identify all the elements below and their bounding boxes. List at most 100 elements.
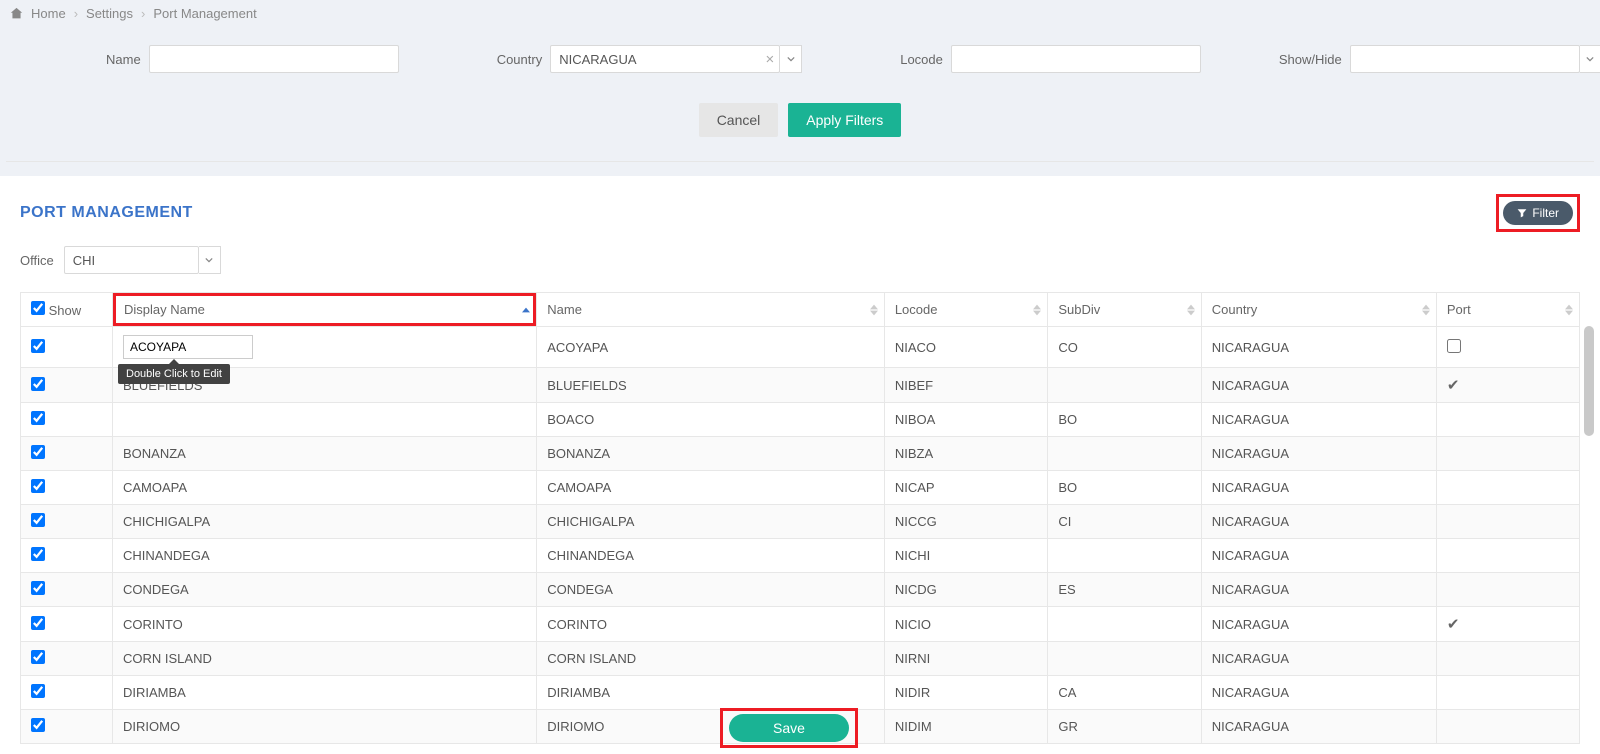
port-checkbox[interactable] bbox=[1447, 339, 1461, 353]
display-name-cell[interactable]: CONDEGA bbox=[123, 582, 189, 597]
col-name[interactable]: Name bbox=[537, 293, 885, 327]
save-button[interactable]: Save bbox=[729, 714, 849, 742]
select-all-checkbox[interactable] bbox=[31, 301, 45, 315]
col-port[interactable]: Port bbox=[1436, 293, 1579, 327]
locode-cell: NICAP bbox=[884, 471, 1048, 505]
show-checkbox[interactable] bbox=[31, 445, 45, 459]
show-checkbox[interactable] bbox=[31, 479, 45, 493]
show-checkbox[interactable] bbox=[31, 339, 45, 353]
main-panel: PORT MANAGEMENT Filter Office Double Cli… bbox=[0, 176, 1600, 754]
subdiv-cell: CA bbox=[1048, 676, 1201, 710]
col-display-label: Display Name bbox=[124, 302, 205, 317]
name-label: Name bbox=[106, 52, 141, 67]
show-checkbox[interactable] bbox=[31, 513, 45, 527]
display-name-cell[interactable]: CHINANDEGA bbox=[123, 548, 210, 563]
locode-cell: NIACO bbox=[884, 327, 1048, 368]
col-locode[interactable]: Locode bbox=[884, 293, 1048, 327]
display-name-cell[interactable]: CAMOAPA bbox=[123, 480, 187, 495]
subdiv-cell: BO bbox=[1048, 403, 1201, 437]
cancel-button[interactable]: Cancel bbox=[699, 103, 779, 137]
country-cell: NICARAGUA bbox=[1201, 676, 1436, 710]
show-checkbox[interactable] bbox=[31, 547, 45, 561]
table-row: CORINTOCORINTONICIONICARAGUA✔ bbox=[21, 607, 1580, 642]
dropdown-toggle[interactable] bbox=[1580, 45, 1600, 73]
country-cell: NICARAGUA bbox=[1201, 327, 1436, 368]
show-checkbox[interactable] bbox=[31, 650, 45, 664]
show-checkbox[interactable] bbox=[31, 411, 45, 425]
locode-cell: NIDIR bbox=[884, 676, 1048, 710]
col-port-label: Port bbox=[1447, 302, 1471, 317]
country-cell: NICARAGUA bbox=[1201, 607, 1436, 642]
locode-cell: NIBOA bbox=[884, 403, 1048, 437]
office-select[interactable] bbox=[64, 246, 199, 274]
office-label: Office bbox=[20, 253, 54, 268]
display-name-cell[interactable]: BONANZA bbox=[123, 446, 186, 461]
col-locode-label: Locode bbox=[895, 302, 938, 317]
col-subdiv[interactable]: SubDiv bbox=[1048, 293, 1201, 327]
breadcrumb: Home › Settings › Port Management bbox=[0, 0, 1600, 27]
country-cell: NICARAGUA bbox=[1201, 437, 1436, 471]
subdiv-cell bbox=[1048, 642, 1201, 676]
locode-cell: NIDIM bbox=[884, 710, 1048, 744]
subdiv-cell bbox=[1048, 437, 1201, 471]
country-input[interactable] bbox=[550, 45, 780, 73]
dropdown-toggle[interactable] bbox=[780, 45, 802, 73]
filter-button[interactable]: Filter bbox=[1503, 201, 1573, 225]
table-header-row: Show Display Name Name Locode SubDiv Cou… bbox=[21, 293, 1580, 327]
subdiv-cell bbox=[1048, 607, 1201, 642]
show-checkbox[interactable] bbox=[31, 377, 45, 391]
display-name-cell[interactable]: DIRIOMO bbox=[123, 719, 180, 734]
subdiv-cell: BO bbox=[1048, 471, 1201, 505]
table-row: ACOYAPANIACOCONICARAGUA bbox=[21, 327, 1580, 368]
filter-button-highlight: Filter bbox=[1496, 194, 1580, 232]
country-cell: NICARAGUA bbox=[1201, 505, 1436, 539]
breadcrumb-settings[interactable]: Settings bbox=[86, 6, 133, 21]
breadcrumb-home[interactable]: Home bbox=[31, 6, 66, 21]
filter-button-label: Filter bbox=[1532, 206, 1559, 220]
table-row: DIRIAMBADIRIAMBANIDIRCANICARAGUA bbox=[21, 676, 1580, 710]
country-label: Country bbox=[497, 52, 543, 67]
display-name-cell[interactable]: CORINTO bbox=[123, 617, 183, 632]
name-input[interactable] bbox=[149, 45, 399, 73]
show-checkbox[interactable] bbox=[31, 684, 45, 698]
display-name-cell[interactable]: CORN ISLAND bbox=[123, 651, 212, 666]
table-row: BOACONIBOABONICARAGUA bbox=[21, 403, 1580, 437]
sort-icon bbox=[1033, 304, 1041, 315]
port-table: Show Display Name Name Locode SubDiv Cou… bbox=[20, 292, 1580, 744]
showhide-label: Show/Hide bbox=[1279, 52, 1342, 67]
col-display-name[interactable]: Display Name bbox=[113, 293, 537, 327]
scrollbar[interactable] bbox=[1584, 326, 1594, 436]
name-cell: BLUEFIELDS bbox=[537, 368, 885, 403]
display-name-edit[interactable] bbox=[123, 335, 253, 359]
col-country[interactable]: Country bbox=[1201, 293, 1436, 327]
display-name-cell[interactable]: DIRIAMBA bbox=[123, 685, 186, 700]
edit-tooltip: Double Click to Edit bbox=[118, 364, 230, 384]
sort-icon bbox=[870, 304, 878, 315]
sort-icon bbox=[1422, 304, 1430, 315]
showhide-input[interactable] bbox=[1350, 45, 1580, 73]
name-cell: BONANZA bbox=[537, 437, 885, 471]
sort-icon bbox=[1565, 304, 1573, 315]
show-checkbox[interactable] bbox=[31, 616, 45, 630]
apply-filters-button[interactable]: Apply Filters bbox=[788, 103, 901, 137]
clear-icon[interactable]: × bbox=[765, 51, 774, 68]
check-icon: ✔ bbox=[1447, 377, 1460, 394]
locode-input[interactable] bbox=[951, 45, 1201, 73]
locode-label: Locode bbox=[900, 52, 943, 67]
show-checkbox[interactable] bbox=[31, 718, 45, 732]
name-cell: CORINTO bbox=[537, 607, 885, 642]
chevron-right-icon: › bbox=[74, 6, 78, 21]
name-cell: BOACO bbox=[537, 403, 885, 437]
subdiv-cell: GR bbox=[1048, 710, 1201, 744]
display-name-cell[interactable]: CHICHIGALPA bbox=[123, 514, 210, 529]
country-cell: NICARAGUA bbox=[1201, 642, 1436, 676]
country-cell: NICARAGUA bbox=[1201, 368, 1436, 403]
locode-cell: NIRNI bbox=[884, 642, 1048, 676]
show-checkbox[interactable] bbox=[31, 581, 45, 595]
dropdown-toggle[interactable] bbox=[199, 246, 221, 274]
subdiv-cell: CI bbox=[1048, 505, 1201, 539]
table-row: CHICHIGALPACHICHIGALPANICCGCINICARAGUA bbox=[21, 505, 1580, 539]
table-row: BLUEFIELDSBLUEFIELDSNIBEFNICARAGUA✔ bbox=[21, 368, 1580, 403]
name-cell: CHICHIGALPA bbox=[537, 505, 885, 539]
locode-cell: NIBEF bbox=[884, 368, 1048, 403]
